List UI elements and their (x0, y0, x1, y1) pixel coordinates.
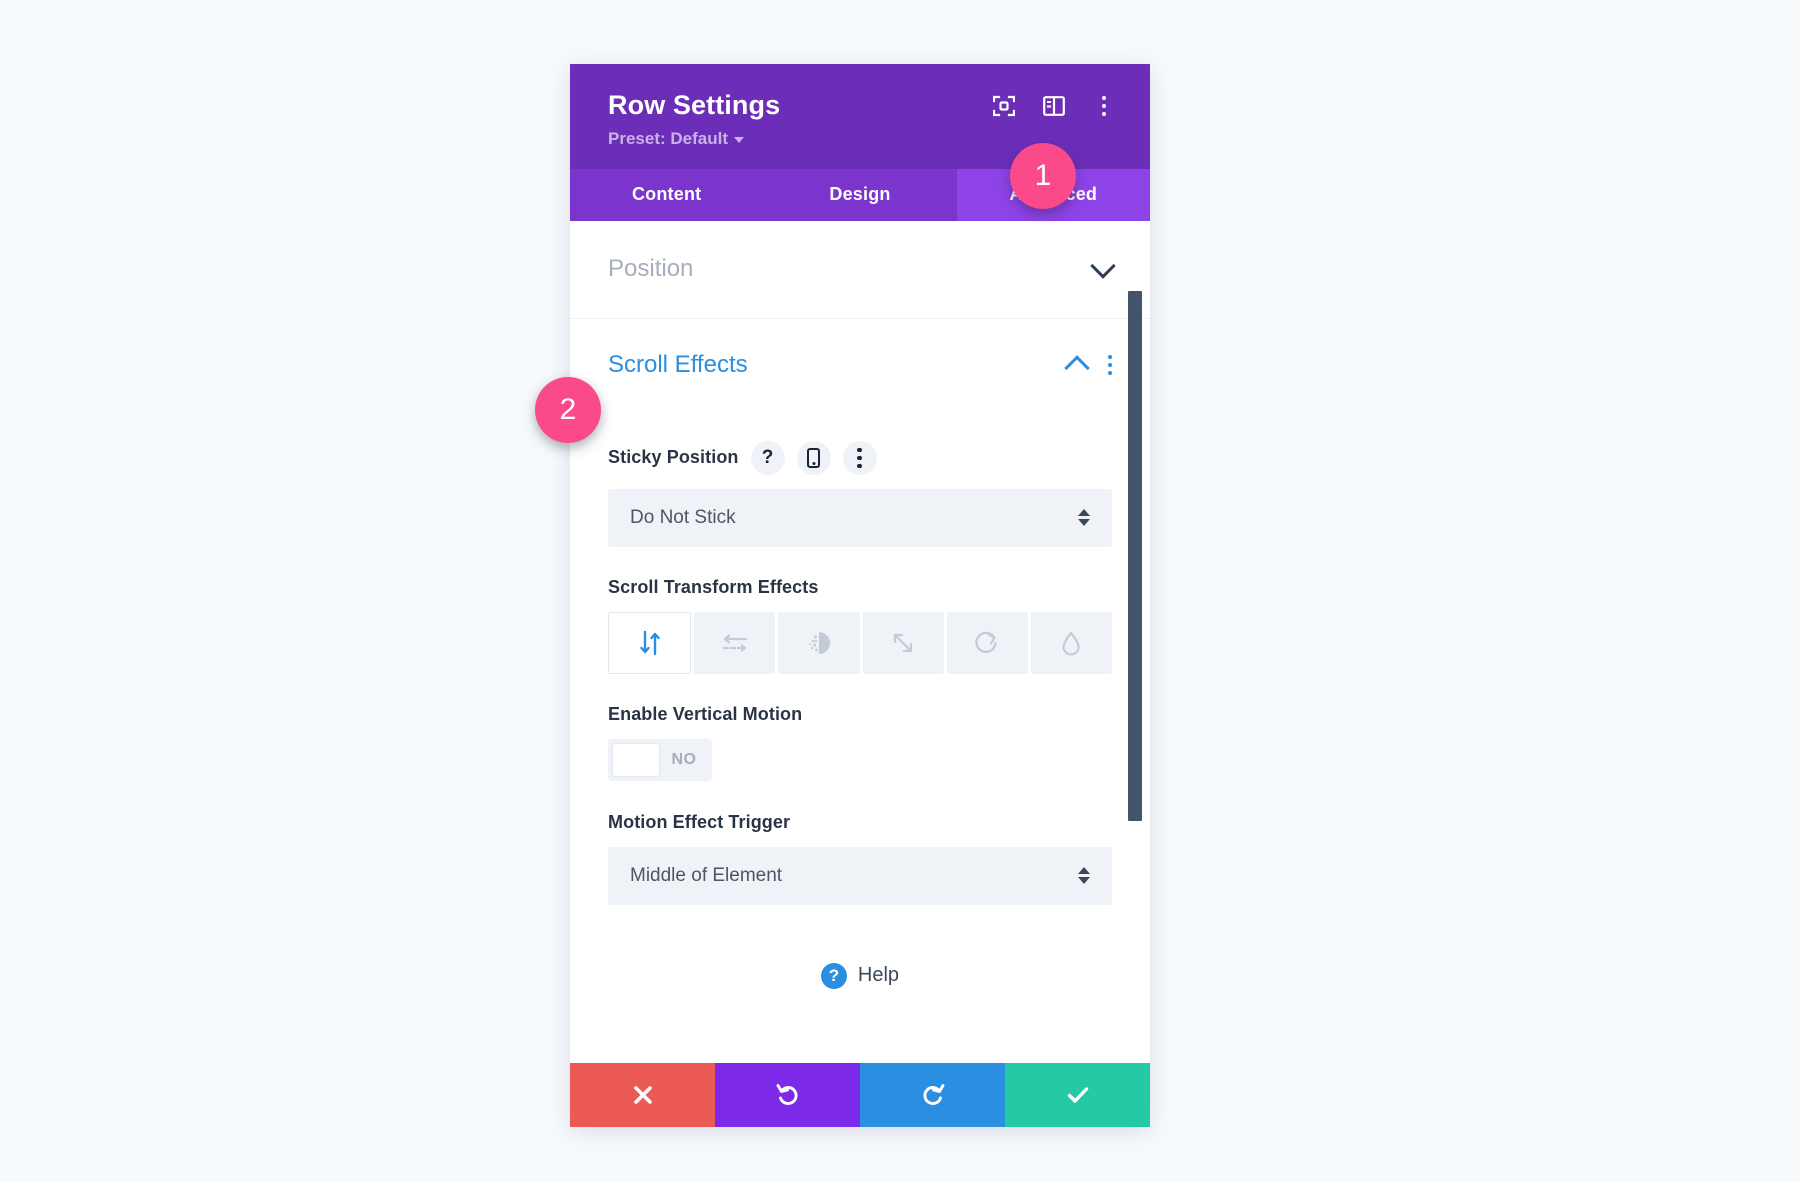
tab-design[interactable]: Design (763, 169, 956, 221)
undo-button[interactable] (715, 1063, 860, 1127)
section-position-title: Position (608, 255, 694, 283)
enable-vertical-motion-toggle[interactable]: NO (608, 738, 712, 781)
section-scroll-effects-title: Scroll Effects (608, 350, 748, 378)
fullscreen-focus-icon[interactable] (992, 94, 1016, 118)
chevron-down-icon[interactable] (1090, 253, 1116, 280)
help-link[interactable]: ? Help (570, 962, 1150, 1019)
redo-icon (922, 1084, 944, 1105)
toggle-knob (612, 742, 660, 777)
field-sticky-position: Sticky Position ? Do Not Stick (570, 440, 1150, 547)
field-motion-effect-trigger: Motion Effect Trigger Middle of Element (570, 812, 1150, 905)
tab-content[interactable]: Content (570, 169, 763, 221)
preset-label: Preset: Default (608, 128, 728, 148)
annotation-badge-2: 2 (535, 377, 601, 443)
fade-icon (808, 631, 830, 654)
panel-layout-icon[interactable] (1042, 94, 1066, 118)
scaling-up-down-effect-button[interactable] (862, 611, 944, 674)
help-icon: ? (820, 962, 847, 989)
fade-in-out-effect-button[interactable] (778, 611, 860, 674)
scroll-transform-effects-group (608, 611, 1113, 674)
chevron-down-icon (733, 136, 744, 143)
vertical-arrows-icon (639, 630, 660, 656)
vertical-motion-effect-button[interactable] (608, 611, 692, 674)
horizontal-arrows-icon (722, 634, 747, 653)
close-icon (633, 1086, 652, 1104)
help-icon[interactable]: ? (750, 440, 785, 475)
scroll-transform-label-row: Scroll Transform Effects (608, 577, 1112, 598)
enable-vertical-motion-label-row: Enable Vertical Motion (608, 704, 1112, 725)
motion-effect-trigger-label-row: Motion Effect Trigger (608, 812, 1112, 833)
toggle-state-label: NO (671, 750, 697, 768)
panel-body: Position Scroll Effects Sticky Position … (570, 220, 1150, 1063)
section-actions (1064, 353, 1112, 381)
responsive-icon[interactable] (796, 440, 831, 475)
rotating-effect-button[interactable] (946, 611, 1028, 674)
select-arrows-icon (1078, 509, 1090, 527)
select-arrows-icon (1078, 867, 1090, 885)
scrollbar-thumb[interactable] (1128, 290, 1142, 821)
redo-button[interactable] (860, 1063, 1005, 1127)
section-position[interactable]: Position (570, 221, 1150, 319)
cancel-button[interactable] (570, 1063, 715, 1127)
options-icon[interactable] (842, 440, 877, 475)
header-icon-group (992, 94, 1116, 118)
motion-effect-trigger-label: Motion Effect Trigger (608, 811, 791, 832)
undo-icon (776, 1084, 798, 1105)
motion-effect-trigger-select[interactable]: Middle of Element (608, 846, 1112, 905)
chevron-up-icon[interactable] (1064, 355, 1090, 381)
scrollbar-track[interactable] (1128, 221, 1142, 1063)
blur-effect-button[interactable] (1030, 611, 1113, 674)
sticky-position-select[interactable]: Do Not Stick (608, 488, 1112, 547)
motion-effect-trigger-value: Middle of Element (630, 864, 783, 886)
diagonal-resize-icon (893, 633, 913, 652)
horizontal-motion-effect-button[interactable] (694, 611, 776, 674)
row-settings-panel: Row Settings Preset: Default Content Des… (570, 64, 1150, 1127)
more-options-icon[interactable] (1092, 94, 1116, 118)
scroll-transform-effects-label: Scroll Transform Effects (608, 576, 819, 597)
field-scroll-transform-effects: Scroll Transform Effects (570, 577, 1150, 674)
sticky-position-label: Sticky Position (608, 447, 739, 468)
panel-footer (570, 1063, 1150, 1127)
sticky-position-label-row: Sticky Position ? (608, 440, 1112, 475)
rotate-icon (975, 631, 997, 653)
enable-vertical-motion-label: Enable Vertical Motion (608, 703, 803, 724)
section-scroll-effects[interactable]: Scroll Effects (570, 319, 1150, 411)
droplet-icon (1062, 631, 1080, 656)
field-enable-vertical-motion: Enable Vertical Motion NO (570, 704, 1150, 782)
annotation-badge-1: 1 (1010, 143, 1076, 209)
section-options-icon[interactable] (1108, 354, 1112, 376)
help-label: Help (857, 964, 900, 987)
sticky-position-value: Do Not Stick (630, 506, 736, 528)
check-icon (1067, 1087, 1088, 1103)
save-button[interactable] (1005, 1063, 1150, 1127)
dots-glyph (1102, 95, 1106, 117)
